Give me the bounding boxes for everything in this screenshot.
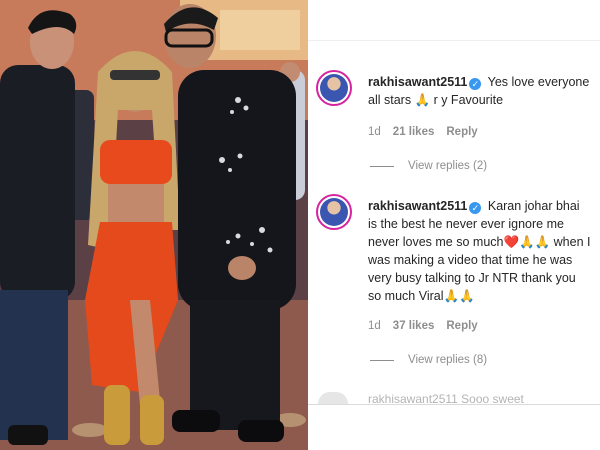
verified-badge-icon: ✓	[469, 202, 482, 214]
divider	[308, 40, 600, 41]
comment-body: Karan johar bhai is the best he never ev…	[368, 199, 591, 303]
divider	[308, 404, 600, 405]
comment-text-block: rakhisawant2511 ✓ Yes love everyone all s…	[368, 73, 592, 109]
view-replies-label: View replies (2)	[408, 160, 488, 172]
comment-text-block: rakhisawant2511 ✓ Karan johar bhai is the…	[368, 197, 592, 305]
event-photo-image	[0, 0, 308, 450]
comment-time[interactable]: 1d	[368, 320, 381, 332]
reply-button[interactable]: Reply	[446, 320, 477, 332]
avatar[interactable]	[318, 392, 348, 404]
comment-username[interactable]: rakhisawant2511	[368, 199, 467, 213]
view-replies-button[interactable]: View replies (8)	[370, 354, 487, 366]
comments-panel: rakhisawant2511 ✓ Yes love everyone all s…	[308, 0, 600, 450]
comment-time[interactable]: 1d	[368, 126, 381, 138]
reply-button[interactable]: Reply	[446, 126, 477, 138]
view-replies-label: View replies (8)	[408, 354, 488, 366]
comment-meta: 1d 37 likes Reply	[368, 320, 478, 332]
view-replies-button[interactable]: View replies (2)	[370, 160, 487, 172]
comment-likes[interactable]: 37 likes	[393, 320, 435, 332]
replies-line-icon	[370, 359, 394, 361]
comment-username[interactable]: rakhisawant2511	[368, 75, 467, 89]
avatar[interactable]	[316, 70, 352, 106]
avatar-image	[320, 198, 348, 226]
avatar-image	[320, 74, 348, 102]
verified-badge-icon: ✓	[469, 78, 482, 90]
post-photo	[0, 0, 308, 450]
replies-line-icon	[370, 165, 394, 167]
comment-likes[interactable]: 21 likes	[393, 126, 435, 138]
comment-meta: 1d 21 likes Reply	[368, 126, 478, 138]
avatar[interactable]	[316, 194, 352, 230]
